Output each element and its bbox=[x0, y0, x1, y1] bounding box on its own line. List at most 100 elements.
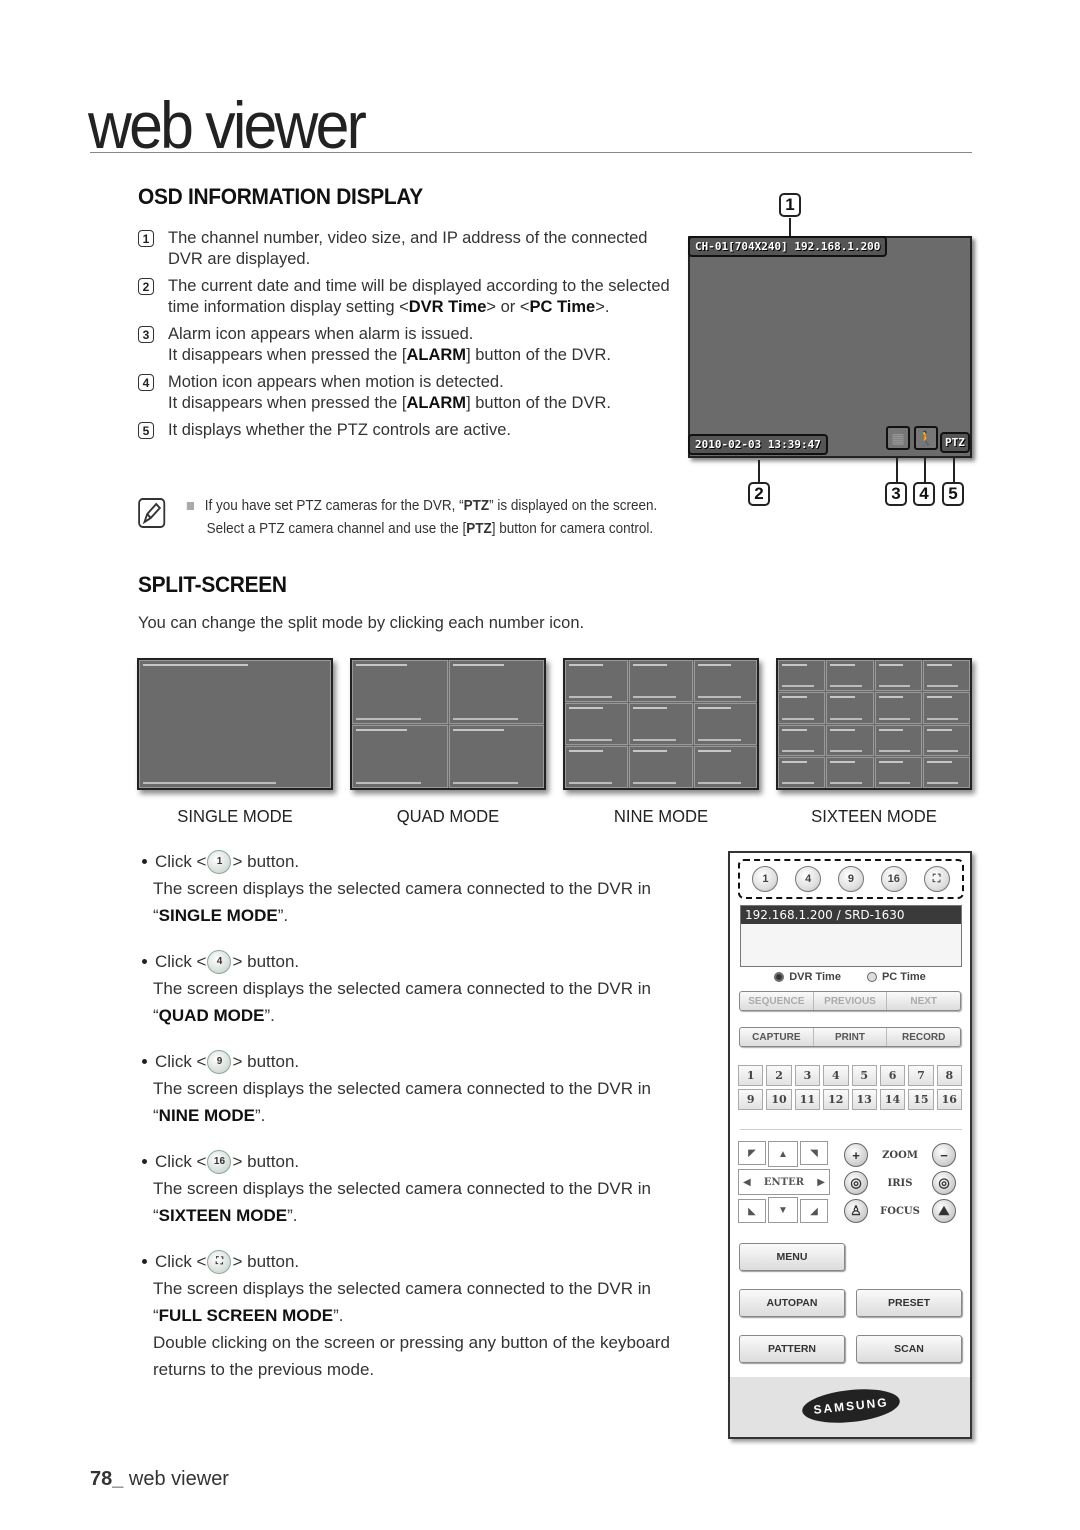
pattern-button[interactable]: PATTERN bbox=[739, 1335, 845, 1363]
channel-button-1[interactable]: 1 bbox=[738, 1065, 764, 1086]
callout-3: 3 bbox=[885, 482, 907, 506]
channel-button-15[interactable]: 15 bbox=[908, 1089, 934, 1110]
scan-button[interactable]: SCAN bbox=[856, 1335, 962, 1363]
channel-button-3[interactable]: 3 bbox=[794, 1065, 821, 1086]
up-button[interactable]: ▲ bbox=[768, 1141, 798, 1167]
up-left-button[interactable]: ◤ bbox=[738, 1141, 766, 1165]
dvr-time-radio[interactable]: DVR Time bbox=[774, 971, 841, 983]
click-item-single: Click <1 > button. The screen displays th… bbox=[140, 848, 700, 929]
down-button[interactable]: ▼ bbox=[768, 1197, 798, 1223]
zoom-out-button[interactable]: − bbox=[931, 1143, 956, 1167]
click-item-nine: Click <9 > button. The screen displays th… bbox=[140, 1048, 700, 1129]
camera-cell bbox=[629, 660, 693, 702]
camera-cell bbox=[448, 660, 544, 724]
camera-cell bbox=[826, 756, 874, 788]
camera-cell bbox=[874, 756, 922, 788]
menu-button[interactable]: MENU bbox=[739, 1243, 845, 1271]
record-button[interactable]: RECORD bbox=[887, 1028, 960, 1046]
channel-button-7[interactable]: 7 bbox=[908, 1065, 934, 1086]
channel-button-12[interactable]: 12 bbox=[823, 1089, 849, 1110]
split-intro: You can change the split mode by clickin… bbox=[138, 614, 585, 632]
right-button[interactable]: ▶ bbox=[817, 1177, 825, 1188]
time-option-group: DVR Time PC Time bbox=[730, 971, 970, 983]
callout-leader bbox=[789, 218, 791, 236]
osd-item-text: Alarm icon appears when alarm is issued.… bbox=[168, 325, 611, 364]
camera-cell bbox=[778, 660, 826, 692]
dvr-list-item-selected[interactable]: 192.168.1.200 / SRD-1630 bbox=[741, 906, 961, 924]
channel-button-9[interactable]: 9 bbox=[738, 1089, 764, 1110]
down-left-button[interactable]: ◣ bbox=[738, 1199, 766, 1223]
zoom-label: ZOOM bbox=[882, 1149, 918, 1161]
focus-far-button[interactable]: ⛰ bbox=[932, 1199, 956, 1223]
channel-button-13[interactable]: 13 bbox=[851, 1089, 877, 1110]
osd-datetime: 2010-02-03 13:39:47 bbox=[688, 434, 828, 455]
camera-cell bbox=[778, 692, 826, 724]
page-footer: 78_ web viewer bbox=[90, 1468, 229, 1491]
zoom-in-button[interactable]: + bbox=[844, 1143, 868, 1167]
divider bbox=[740, 1129, 962, 1130]
channel-button-6[interactable]: 6 bbox=[879, 1065, 906, 1086]
callout-1: 1 bbox=[779, 193, 801, 217]
focus-label: FOCUS bbox=[880, 1205, 920, 1217]
quad-mode-label: QUAD MODE bbox=[396, 806, 500, 826]
channel-button-8[interactable]: 8 bbox=[936, 1065, 962, 1086]
channel-button-5[interactable]: 5 bbox=[851, 1065, 877, 1086]
osd-item-text: The current date and time will be displa… bbox=[168, 277, 670, 316]
osd-section-title: OSD INFORMATION DISPLAY bbox=[138, 184, 423, 209]
capture-button[interactable]: CAPTURE bbox=[740, 1028, 814, 1046]
dvr-list[interactable]: 192.168.1.200 / SRD-1630 bbox=[740, 905, 962, 967]
channel-button-14[interactable]: 14 bbox=[879, 1089, 906, 1110]
channel-button-grid: 1 2 3 4 5 6 7 8 9 10 11 12 13 14 15 16 bbox=[738, 1065, 962, 1110]
next-button[interactable]: NEXT bbox=[887, 992, 960, 1010]
pc-time-radio[interactable]: PC Time bbox=[866, 971, 926, 983]
page-number: 78_ bbox=[90, 1468, 124, 1490]
camera-cell bbox=[826, 724, 874, 756]
number-badge: 2 bbox=[138, 278, 154, 295]
channel-button-11[interactable]: 11 bbox=[794, 1089, 821, 1110]
camera-cell bbox=[629, 703, 693, 745]
enter-button[interactable]: ENTER bbox=[764, 1177, 804, 1188]
left-button[interactable]: ◀ bbox=[743, 1177, 751, 1188]
split-16-button[interactable]: 16 bbox=[880, 866, 907, 892]
down-right-button[interactable]: ◢ bbox=[800, 1199, 828, 1223]
camera-cell bbox=[874, 660, 922, 692]
iris-open-button[interactable]: ◎ bbox=[844, 1171, 868, 1195]
click-instruction-list: Click <1 > button. The screen displays th… bbox=[140, 848, 700, 1402]
camera-cell bbox=[693, 746, 757, 788]
focus-near-button[interactable]: ♙ bbox=[844, 1199, 868, 1223]
nine-mode-thumbnail bbox=[563, 658, 759, 790]
channel-button-2[interactable]: 2 bbox=[766, 1065, 792, 1086]
osd-item-text: Motion icon appears when motion is detec… bbox=[168, 373, 611, 412]
split-1-icon: 1 bbox=[207, 849, 232, 874]
camera-cell bbox=[693, 703, 757, 745]
split-section-title: SPLIT-SCREEN bbox=[138, 572, 287, 597]
print-button[interactable]: PRINT bbox=[814, 1028, 888, 1046]
up-right-button[interactable]: ◥ bbox=[800, 1141, 828, 1165]
channel-button-16[interactable]: 16 bbox=[936, 1089, 962, 1110]
split-4-button[interactable]: 4 bbox=[795, 866, 822, 892]
callout-leader bbox=[953, 458, 955, 482]
osd-item-3: 3 Alarm icon appears when alarm is issue… bbox=[138, 324, 678, 366]
channel-button-4[interactable]: 4 bbox=[823, 1065, 849, 1086]
iris-close-button[interactable]: ◎ bbox=[931, 1171, 956, 1195]
ptz-note: If you have set PTZ cameras for the DVR,… bbox=[138, 494, 698, 540]
number-badge: 4 bbox=[138, 374, 154, 391]
camera-cell bbox=[778, 724, 826, 756]
osd-item-list: 1 The channel number, video size, and IP… bbox=[138, 228, 678, 447]
page-header-title: web viewer bbox=[88, 88, 367, 162]
autopan-button[interactable]: AUTOPAN bbox=[739, 1289, 845, 1317]
preset-button[interactable]: PRESET bbox=[856, 1289, 962, 1317]
panel-footer: SAMSUNG bbox=[730, 1377, 970, 1437]
split-9-button[interactable]: 9 bbox=[837, 866, 864, 892]
osd-screen-preview: CH-01[704X240] 192.168.1.200 2010-02-03 … bbox=[688, 236, 972, 458]
camera-cell bbox=[693, 660, 757, 702]
camera-cell bbox=[565, 703, 629, 745]
previous-button[interactable]: PREVIOUS bbox=[814, 992, 888, 1010]
sequence-button[interactable]: SEQUENCE bbox=[740, 992, 814, 1010]
callout-leader bbox=[758, 460, 760, 482]
channel-button-10[interactable]: 10 bbox=[766, 1089, 792, 1110]
fullscreen-button[interactable]: ⛶ bbox=[923, 866, 950, 892]
camera-cell bbox=[922, 756, 970, 788]
split-1-button[interactable]: 1 bbox=[752, 866, 779, 892]
split-16-icon: 16 bbox=[207, 1149, 232, 1174]
